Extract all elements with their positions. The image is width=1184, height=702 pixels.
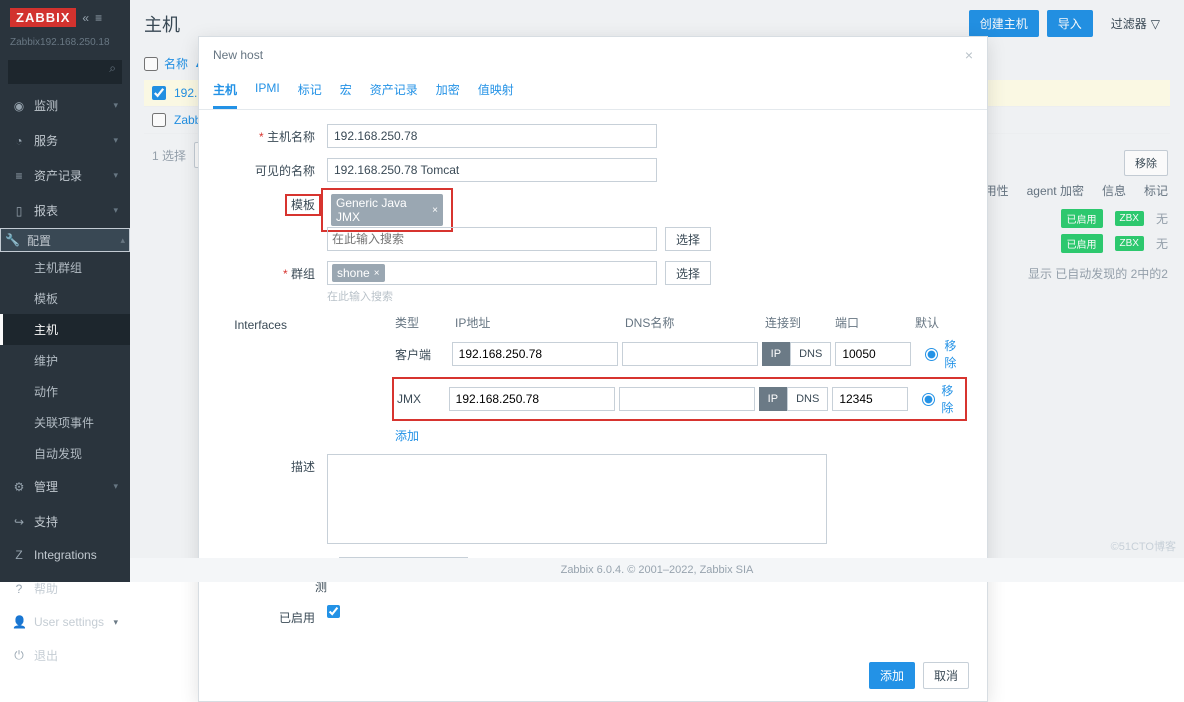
template-select-button[interactable]: 选择 [665, 227, 711, 251]
user-icon: 👤 [12, 615, 26, 629]
tab-valuemap[interactable]: 值映射 [478, 73, 514, 109]
add-interface-link[interactable]: 添加 [395, 429, 419, 443]
if-dns-input[interactable] [619, 387, 755, 411]
tab-host[interactable]: 主机 [213, 73, 237, 109]
template-tag[interactable]: Generic Java JMX× [331, 194, 443, 226]
enabled-checkbox[interactable] [327, 605, 340, 618]
add-button[interactable]: 添加 [869, 662, 915, 689]
tab-tags[interactable]: 标记 [298, 73, 322, 109]
chevron-down-icon: ▾ [113, 617, 118, 628]
nav-label: 退出 [34, 647, 58, 664]
label-groups: 群组 [219, 261, 315, 282]
conn-ip-button[interactable]: IP [762, 342, 790, 366]
group-tag[interactable]: shone× [332, 264, 385, 282]
remove-tag-icon[interactable]: × [432, 205, 438, 216]
modal-tabs: 主机 IPMI 标记 宏 资产记录 加密 值映射 [199, 73, 987, 110]
if-ip-input[interactable] [449, 387, 615, 411]
label-enabled: 已启用 [219, 605, 315, 626]
group-hint: 在此输入搜索 [327, 288, 657, 304]
col-type: 类型 [395, 314, 455, 331]
label-templates: 模板 [219, 192, 315, 213]
if-type: JMX [397, 392, 449, 406]
if-remove-link[interactable]: 移除 [941, 382, 962, 416]
tab-ipmi[interactable]: IPMI [255, 73, 280, 109]
nav-user[interactable]: 👤 User settings ▾ [0, 606, 130, 638]
col-ip: IP地址 [455, 314, 625, 331]
if-default-radio[interactable] [925, 348, 938, 361]
label-interfaces: Interfaces [219, 314, 287, 332]
interface-row-jmx: JMX IPDNS 移除 [392, 377, 967, 421]
watermark: ©51CTO博客 [1111, 538, 1176, 554]
desc-textarea[interactable] [327, 454, 827, 544]
col-dns: DNS名称 [625, 314, 765, 331]
if-default-radio[interactable] [922, 393, 935, 406]
if-dns-input[interactable] [622, 342, 758, 366]
conn-dns-button[interactable]: DNS [787, 387, 828, 411]
label-visname: 可见的名称 [219, 158, 315, 179]
col-conn: 连接到 [765, 314, 835, 331]
template-search[interactable] [332, 232, 652, 246]
footer: Zabbix 6.0.4. © 2001–2022, Zabbix SIA [130, 558, 1184, 582]
interface-row-agent: 客户端 IPDNS 移除 [287, 337, 967, 371]
hostname-input[interactable] [327, 124, 657, 148]
tab-macros[interactable]: 宏 [340, 73, 352, 109]
help-icon: ? [12, 582, 26, 596]
label-hostname: 主机名称 [219, 124, 315, 145]
if-remove-link[interactable]: 移除 [944, 337, 967, 371]
col-default: 默认 [915, 314, 955, 331]
remove-tag-icon[interactable]: × [374, 268, 380, 279]
nav-label: 帮助 [34, 580, 58, 597]
conn-dns-button[interactable]: DNS [790, 342, 831, 366]
tab-inventory[interactable]: 资产记录 [370, 73, 418, 109]
power-icon: ⏻ [12, 648, 26, 663]
nav-logout[interactable]: ⏻ 退出 [0, 638, 130, 673]
col-port: 端口 [835, 314, 915, 331]
conn-ip-button[interactable]: IP [759, 387, 787, 411]
if-port-input[interactable] [835, 342, 911, 366]
label-desc: 描述 [219, 454, 315, 475]
if-ip-input[interactable] [452, 342, 618, 366]
visname-input[interactable] [327, 158, 657, 182]
if-type: 客户端 [395, 346, 452, 363]
tab-encryption[interactable]: 加密 [436, 73, 460, 109]
modal-title: New host [213, 48, 263, 62]
close-icon[interactable]: × [965, 47, 973, 63]
nav-label: User settings [34, 615, 104, 629]
new-host-modal: New host × 主机 IPMI 标记 宏 资产记录 加密 值映射 主机名称… [198, 36, 988, 702]
group-select-button[interactable]: 选择 [665, 261, 711, 285]
if-port-input[interactable] [832, 387, 908, 411]
cancel-button[interactable]: 取消 [923, 662, 969, 689]
